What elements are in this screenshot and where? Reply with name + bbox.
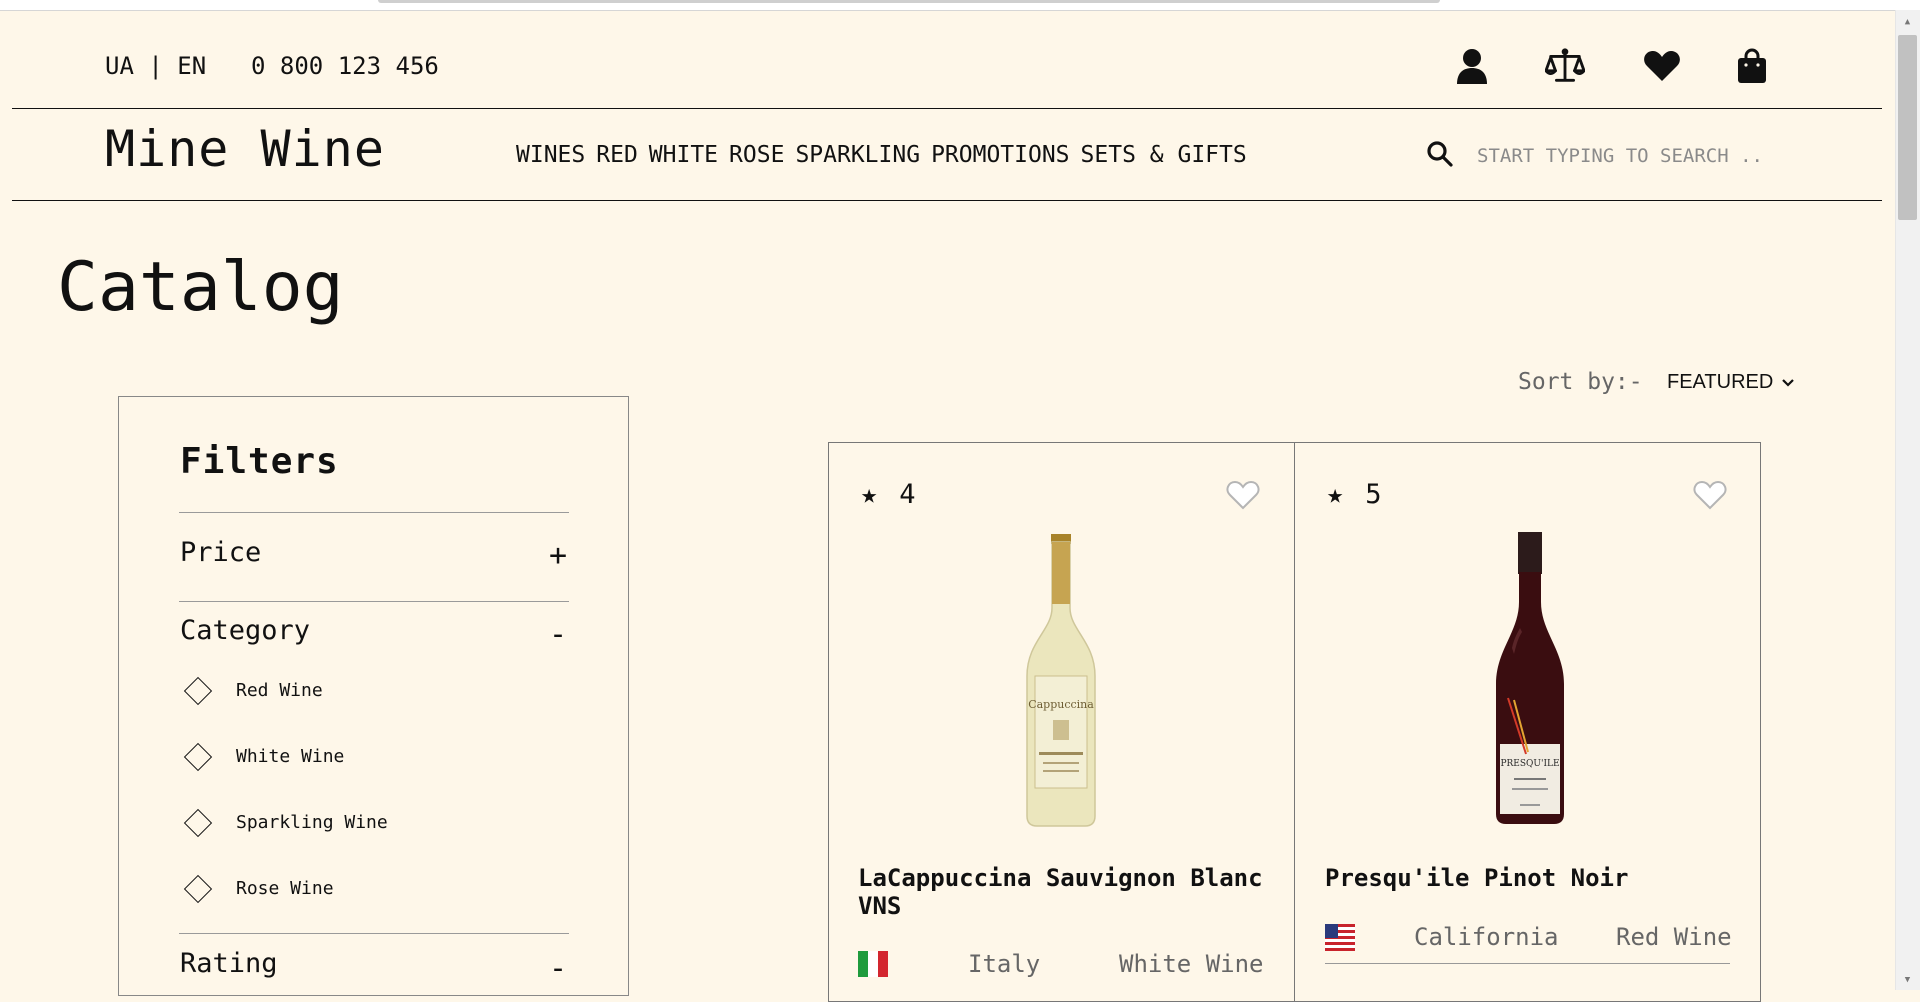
sort-label: Sort by:- xyxy=(1518,369,1643,395)
search-input[interactable] xyxy=(1475,140,1799,172)
shopping-bag-icon[interactable] xyxy=(1732,46,1772,86)
filters-divider xyxy=(179,512,569,513)
nav-promotions[interactable]: PROMOTIONS xyxy=(931,142,1069,168)
scroll-down-icon[interactable]: ▼ xyxy=(1900,972,1915,987)
scrollbar-thumb[interactable] xyxy=(1898,35,1917,220)
phone-number[interactable]: 0 800 123 456 xyxy=(251,52,439,80)
wishlist-heart-icon[interactable] xyxy=(1642,46,1682,86)
white-wine-bottle-image: Cappuccina xyxy=(1026,534,1096,827)
product-origin: California xyxy=(1414,923,1559,951)
filters-divider xyxy=(179,933,569,934)
nav-rose[interactable]: ROSE xyxy=(729,142,784,168)
category-option-sparkling-wine[interactable]: Sparkling Wine xyxy=(183,808,388,837)
filter-rating-heading[interactable]: Rating xyxy=(180,948,278,979)
search-icon[interactable] xyxy=(1425,139,1455,169)
nav-sets-gifts[interactable]: SETS & GIFTS xyxy=(1081,142,1247,168)
red-wine-bottle-image: PRESQU'ILE xyxy=(1496,532,1564,824)
user-icon[interactable] xyxy=(1452,46,1492,86)
language-switcher[interactable]: UA | EN xyxy=(105,52,206,80)
product-name[interactable]: Presqu'ile Pinot Noir xyxy=(1325,864,1745,892)
product-image-bottle[interactable]: Cappuccina xyxy=(1005,530,1117,830)
add-to-wishlist-heart-icon[interactable] xyxy=(1226,479,1260,511)
header-divider-top xyxy=(12,108,1882,109)
category-option-label: Sparkling Wine xyxy=(236,812,388,833)
product-image-bottle[interactable]: PRESQU'ILE xyxy=(1474,528,1586,828)
star-icon: ★ xyxy=(1327,479,1344,510)
product-rating: ★ 4 xyxy=(861,479,916,510)
filter-category-heading[interactable]: Category xyxy=(180,615,310,646)
filter-rating-collapse-toggle[interactable]: - xyxy=(546,951,570,986)
checkbox-diamond[interactable] xyxy=(183,874,213,903)
checkbox-diamond[interactable] xyxy=(183,808,213,837)
browser-address-bar-edge xyxy=(378,0,1440,3)
category-option-label: Rose Wine xyxy=(236,878,334,899)
chevron-down-icon xyxy=(1782,378,1795,387)
header-divider-bottom xyxy=(12,200,1882,201)
filters-divider xyxy=(179,601,569,602)
product-origin: Italy xyxy=(968,950,1041,978)
filters-title: Filters xyxy=(180,441,339,482)
product-rating: ★ 5 xyxy=(1327,479,1382,510)
product-type: White Wine xyxy=(1119,950,1264,978)
filter-price-heading[interactable]: Price xyxy=(180,537,261,568)
nav-red[interactable]: RED xyxy=(596,142,638,168)
category-option-label: Red Wine xyxy=(236,680,323,701)
category-option-label: White Wine xyxy=(236,746,345,767)
add-to-wishlist-heart-icon[interactable] xyxy=(1693,479,1727,511)
sort-selected-value: FEATURED xyxy=(1667,371,1774,393)
usa-flag-icon xyxy=(1325,924,1355,955)
product-name[interactable]: LaCappuccina Sauvignon Blanc VNS xyxy=(858,864,1278,920)
filter-price-expand-toggle[interactable]: + xyxy=(546,538,570,573)
card-divider xyxy=(1325,963,1730,964)
category-option-white-wine[interactable]: White Wine xyxy=(183,742,345,771)
nav-white[interactable]: WHITE xyxy=(649,142,718,168)
nav-sparkling[interactable]: SPARKLING xyxy=(795,142,920,168)
main-navigation: WINES RED WHITE ROSE SPARKLING PROMOTION… xyxy=(516,142,1247,168)
page-title: Catalog xyxy=(57,248,344,327)
product-type: Red Wine xyxy=(1616,923,1732,951)
nav-wines[interactable]: WINES xyxy=(516,142,585,168)
svg-text:Cappuccina: Cappuccina xyxy=(1028,698,1094,711)
compare-scales-icon[interactable] xyxy=(1545,46,1585,86)
sort-dropdown[interactable]: FEATURED xyxy=(1667,371,1795,394)
svg-text:PRESQU'ILE: PRESQU'ILE xyxy=(1500,759,1559,769)
site-logo[interactable]: Mine Wine xyxy=(105,120,385,178)
category-option-rose-wine[interactable]: Rose Wine xyxy=(183,874,334,903)
rating-value: 5 xyxy=(1365,479,1382,510)
rating-value: 4 xyxy=(899,479,916,510)
scroll-up-icon[interactable]: ▲ xyxy=(1900,14,1915,29)
checkbox-diamond[interactable] xyxy=(183,742,213,771)
filter-category-collapse-toggle[interactable]: - xyxy=(546,617,570,652)
italy-flag-icon xyxy=(858,951,888,981)
category-option-red-wine[interactable]: Red Wine xyxy=(183,676,323,705)
checkbox-diamond[interactable] xyxy=(183,676,213,705)
star-icon: ★ xyxy=(861,479,878,510)
